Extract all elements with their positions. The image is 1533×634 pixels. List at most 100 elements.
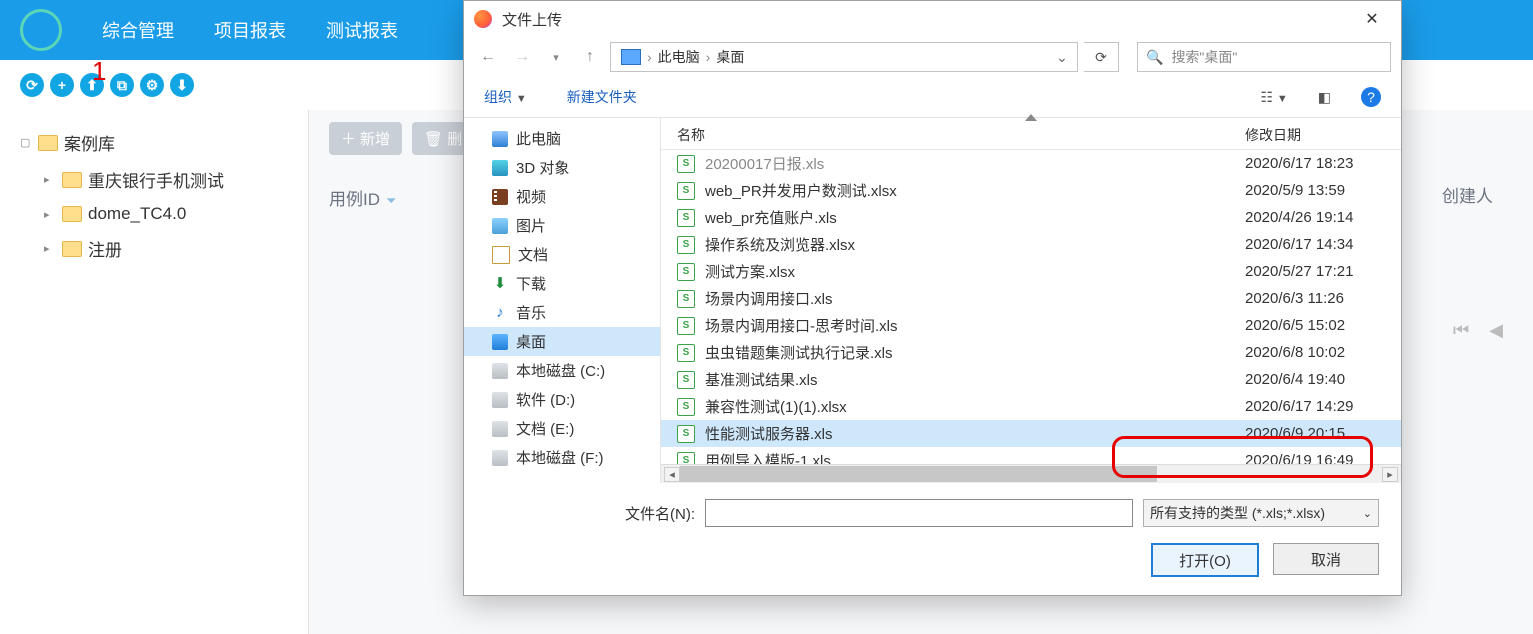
- tree-item[interactable]: ▸ dome_TC4.0: [0, 198, 308, 230]
- download-icon[interactable]: ⬇: [170, 73, 194, 97]
- sidebar-tree: ▢ 案例库 ▸ 重庆银行手机测试 ▸ dome_TC4.0 ▸ 注册: [0, 110, 309, 634]
- nav-recent-icon[interactable]: ▾: [542, 51, 570, 64]
- refresh-icon[interactable]: ⟳: [1084, 42, 1119, 72]
- tree-this-pc[interactable]: 此电脑: [464, 124, 660, 153]
- expand-icon[interactable]: ▸: [44, 242, 56, 255]
- tree-pictures[interactable]: 图片: [464, 211, 660, 240]
- file-row[interactable]: S虫虫错题集测试执行记录.xls2020/6/8 10:02: [661, 339, 1401, 366]
- filter-icon[interactable]: ⏷: [386, 193, 396, 208]
- scroll-left-icon[interactable]: ◂: [664, 467, 680, 482]
- cancel-button[interactable]: 取消: [1273, 543, 1379, 575]
- file-name: 测试方案.xlsx: [705, 261, 1245, 282]
- file-name: 兼容性测试(1)(1).xlsx: [705, 396, 1245, 417]
- nav-back-icon[interactable]: ←: [474, 48, 502, 66]
- preview-pane-icon[interactable]: ◧: [1318, 89, 1331, 106]
- tree-item[interactable]: ▸ 注册: [0, 230, 308, 267]
- page-prev-icon[interactable]: ◀: [1489, 320, 1503, 341]
- close-icon[interactable]: ✕: [1349, 4, 1395, 34]
- filetype-select[interactable]: 所有支持的类型 (*.xls;*.xlsx)⌄: [1143, 499, 1379, 527]
- tree-drive-d[interactable]: 软件 (D:): [464, 385, 660, 414]
- nav-overview[interactable]: 综合管理: [102, 17, 174, 43]
- expand-icon[interactable]: ▸: [44, 173, 56, 186]
- drive-icon: [492, 363, 508, 379]
- drive-icon: [492, 450, 508, 466]
- file-row[interactable]: Sweb_PR并发用户数测试.xlsx2020/5/9 13:59: [661, 177, 1401, 204]
- column-modified[interactable]: 修改日期: [1245, 125, 1385, 145]
- expand-icon[interactable]: ▸: [44, 208, 56, 221]
- spreadsheet-icon: S: [677, 155, 695, 173]
- new-button[interactable]: ＋ 新增: [329, 122, 402, 155]
- organize-menu[interactable]: 组织 ▼: [484, 87, 527, 107]
- nav-forward-icon[interactable]: →: [508, 48, 536, 66]
- drive-icon: [492, 421, 508, 437]
- scrollbar-thumb[interactable]: [680, 466, 1157, 482]
- folder-icon: [62, 241, 82, 257]
- column-name[interactable]: 名称: [677, 125, 1237, 145]
- folder-icon: [62, 206, 82, 222]
- nav-test-report[interactable]: 测试报表: [326, 17, 398, 43]
- tree-3d-objects[interactable]: 3D 对象: [464, 153, 660, 182]
- desktop-icon: [492, 334, 508, 350]
- tree-drive-e[interactable]: 文档 (E:): [464, 414, 660, 443]
- spreadsheet-icon: S: [677, 209, 695, 227]
- file-name: 场景内调用接口-思考时间.xls: [705, 315, 1245, 336]
- spreadsheet-icon: S: [677, 425, 695, 443]
- nav-project-report[interactable]: 项目报表: [214, 17, 286, 43]
- file-row[interactable]: S 性能测试服务器.xls2020/6/9 20:15: [661, 420, 1401, 447]
- chevron-down-icon[interactable]: ⌄: [1051, 49, 1073, 66]
- folder-icon: [38, 135, 58, 151]
- tree-music[interactable]: ♪音乐: [464, 298, 660, 327]
- new-folder-button[interactable]: 新建文件夹: [567, 87, 637, 107]
- spreadsheet-icon: S: [677, 371, 695, 389]
- address-bar[interactable]: › 此电脑 › 桌面 ⌄: [610, 42, 1078, 72]
- page-first-icon[interactable]: ⏮: [1453, 320, 1469, 341]
- 3d-icon: [492, 160, 508, 176]
- filename-field[interactable]: [705, 499, 1133, 527]
- tree-drive-c[interactable]: 本地磁盘 (C:): [464, 356, 660, 385]
- spreadsheet-icon: S: [677, 182, 695, 200]
- sort-indicator-icon: [1025, 114, 1037, 121]
- refresh-icon[interactable]: ⟳: [20, 73, 44, 97]
- file-name: 性能测试服务器.xls: [705, 423, 1245, 444]
- file-row[interactable]: S20200017日报.xls2020/6/17 18:23: [661, 150, 1401, 177]
- tree-desktop[interactable]: 桌面: [464, 327, 660, 356]
- tree-videos[interactable]: 视频: [464, 182, 660, 211]
- help-icon[interactable]: ?: [1361, 87, 1381, 107]
- file-list: S20200017日报.xls2020/6/17 18:23Sweb_PR并发用…: [661, 150, 1401, 464]
- file-row[interactable]: Sweb_pr充值账户.xls2020/4/26 19:14: [661, 204, 1401, 231]
- file-date: 2020/6/17 14:34: [1245, 236, 1385, 253]
- view-mode-icon[interactable]: ☷ ▼: [1260, 89, 1287, 106]
- dialog-title: 文件上传: [502, 9, 562, 30]
- column-caseid[interactable]: 用例ID⏷: [329, 185, 396, 210]
- column-creator[interactable]: 创建人: [1442, 182, 1493, 207]
- tree-item[interactable]: ▸ 重庆银行手机测试: [0, 161, 308, 198]
- copy-icon[interactable]: ⧉: [110, 73, 134, 97]
- file-row[interactable]: S测试方案.xlsx2020/5/27 17:21: [661, 258, 1401, 285]
- file-row[interactable]: S场景内调用接口.xls2020/6/3 11:26: [661, 285, 1401, 312]
- file-row[interactable]: S用例导入模版-1.xls2020/6/19 16:49: [661, 447, 1401, 464]
- file-date: 2020/6/9 20:15: [1245, 425, 1385, 442]
- spreadsheet-icon: S: [677, 236, 695, 254]
- spreadsheet-icon: S: [677, 317, 695, 335]
- file-name: 虫虫错题集测试执行记录.xls: [705, 342, 1245, 363]
- collapse-icon[interactable]: ▢: [20, 136, 32, 149]
- gear-icon[interactable]: ⚙: [140, 73, 164, 97]
- file-name: 用例导入模版-1.xls: [705, 450, 1245, 464]
- breadcrumb-folder[interactable]: 桌面: [710, 47, 750, 67]
- search-input[interactable]: 🔍 搜索"桌面": [1137, 42, 1391, 72]
- breadcrumb-root[interactable]: 此电脑: [652, 47, 706, 67]
- open-button[interactable]: 打开(O): [1151, 543, 1259, 577]
- tree-downloads[interactable]: ⬇下载: [464, 269, 660, 298]
- nav-up-icon[interactable]: ↑: [576, 48, 604, 66]
- scroll-right-icon[interactable]: ▸: [1382, 467, 1398, 482]
- file-row[interactable]: S兼容性测试(1)(1).xlsx2020/6/17 14:29: [661, 393, 1401, 420]
- file-row[interactable]: S场景内调用接口-思考时间.xls2020/6/5 15:02: [661, 312, 1401, 339]
- file-row[interactable]: S操作系统及浏览器.xlsx2020/6/17 14:34: [661, 231, 1401, 258]
- tree-documents[interactable]: 文档: [464, 240, 660, 269]
- tree-root[interactable]: ▢ 案例库: [0, 124, 308, 161]
- tree-drive-f[interactable]: 本地磁盘 (F:): [464, 443, 660, 472]
- music-icon: ♪: [492, 305, 508, 321]
- horizontal-scrollbar[interactable]: ◂ ▸: [661, 464, 1401, 483]
- file-row[interactable]: S基准测试结果.xls2020/6/4 19:40: [661, 366, 1401, 393]
- add-icon[interactable]: +: [50, 73, 74, 97]
